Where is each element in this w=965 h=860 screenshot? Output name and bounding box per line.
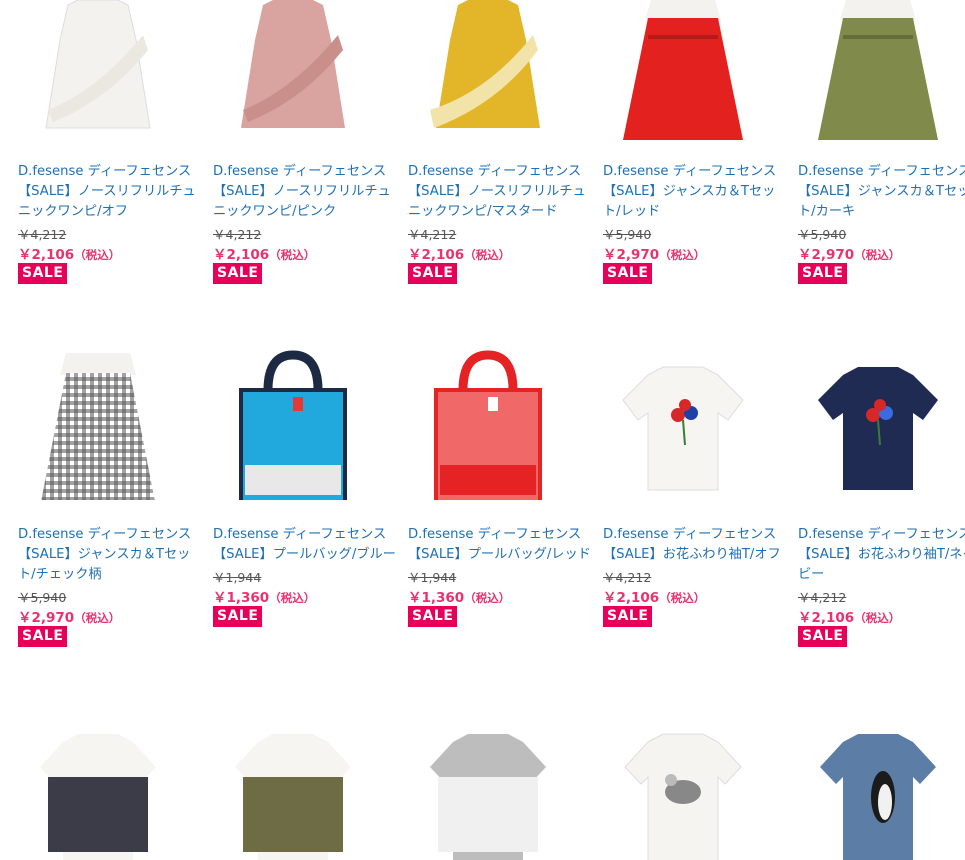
product-image-red-pool-bag[interactable] <box>408 345 568 500</box>
sale-price: ￥2,106（税込） <box>213 243 315 263</box>
sale-price: ￥1,360（税込） <box>408 586 510 606</box>
product-title[interactable]: D.fesense ディーフェセンス【SALE】プールバッグ/ブルー <box>213 525 398 565</box>
tax-label: （税込） <box>74 611 121 625</box>
product-image-pink-ruffle-tunic[interactable] <box>213 0 373 155</box>
original-price: ￥1,944 <box>408 570 457 585</box>
product-image-khaki-jumper-skirt[interactable] <box>798 0 958 155</box>
price-value: ￥2,970 <box>603 247 660 263</box>
price-value: ￥1,360 <box>408 590 465 606</box>
tax-label: （税込） <box>854 611 901 625</box>
product-image-khaki-bow-tee[interactable] <box>213 722 373 860</box>
product-image-dot-bow-tee[interactable] <box>408 722 568 860</box>
sale-badge: SALE <box>213 263 263 284</box>
sale-price: ￥2,970（税込） <box>798 243 900 263</box>
tax-label: （税込） <box>269 591 316 605</box>
sale-badge: SALE <box>408 606 458 627</box>
sale-price: ￥2,106（税込） <box>798 606 900 626</box>
product-image-red-jumper-skirt[interactable] <box>603 0 763 155</box>
sale-badge: SALE <box>18 626 68 647</box>
product-title[interactable]: D.fesense ディーフェセンス【SALE】お花ふわり袖T/ネイビー <box>798 525 965 585</box>
sale-price: ￥2,970（税込） <box>603 243 705 263</box>
product-image-mustard-ruffle-tunic[interactable] <box>408 0 568 155</box>
sale-badge: SALE <box>603 263 653 284</box>
sale-badge: SALE <box>603 606 653 627</box>
price-value: ￥1,360 <box>213 590 270 606</box>
price-value: ￥2,106 <box>408 247 465 263</box>
product-title[interactable]: D.fesense ディーフェセンス【SALE】ジャンスカ＆Tセット/カーキ <box>798 162 965 222</box>
product-image-blue-pool-bag[interactable] <box>213 345 373 500</box>
price-value: ￥2,970 <box>798 247 855 263</box>
product-title[interactable]: D.fesense ディーフェセンス【SALE】ジャンスカ＆Tセット/レッド <box>603 162 788 222</box>
product-image-gingham-jumper-skirt[interactable] <box>18 345 178 500</box>
product-title[interactable]: D.fesense ディーフェセンス【SALE】ノースリフリルチュニックワンピ/… <box>213 162 398 222</box>
price-value: ￥2,106 <box>603 590 660 606</box>
original-price: ￥4,212 <box>603 570 652 585</box>
original-price: ￥4,212 <box>798 590 847 605</box>
original-price: ￥5,940 <box>798 227 847 242</box>
original-price: ￥5,940 <box>603 227 652 242</box>
original-price: ￥5,940 <box>18 590 67 605</box>
sale-badge: SALE <box>798 263 848 284</box>
product-image-white-flower-tee[interactable] <box>603 345 763 500</box>
sale-badge: SALE <box>213 606 263 627</box>
original-price: ￥4,212 <box>408 227 457 242</box>
product-image-penguin-tee[interactable] <box>798 722 958 860</box>
tax-label: （税込） <box>269 248 316 262</box>
original-price: ￥4,212 <box>213 227 262 242</box>
product-title[interactable]: D.fesense ディーフェセンス【SALE】プールバッグ/レッド <box>408 525 593 565</box>
sale-price: ￥2,106（税込） <box>408 243 510 263</box>
product-image-navy-flower-tee[interactable] <box>798 345 958 500</box>
product-image-white-ruffle-tunic[interactable] <box>18 0 178 155</box>
sale-price: ￥2,970（税込） <box>18 606 120 626</box>
sale-badge: SALE <box>408 263 458 284</box>
tax-label: （税込） <box>74 248 121 262</box>
product-title[interactable]: D.fesense ディーフェセンス【SALE】ノースリフリルチュニックワンピ/… <box>408 162 593 222</box>
price-value: ￥2,106 <box>798 610 855 626</box>
product-image-gingham-bow-tee[interactable] <box>18 722 178 860</box>
product-title[interactable]: D.fesense ディーフェセンス【SALE】お花ふわり袖T/オフ <box>603 525 788 565</box>
tax-label: （税込） <box>464 591 511 605</box>
tax-label: （税込） <box>854 248 901 262</box>
sale-price: ￥2,106（税込） <box>603 586 705 606</box>
original-price: ￥1,944 <box>213 570 262 585</box>
price-value: ￥2,970 <box>18 610 75 626</box>
tax-label: （税込） <box>464 248 511 262</box>
price-value: ￥2,106 <box>213 247 270 263</box>
tax-label: （税込） <box>659 248 706 262</box>
sale-price: ￥2,106（税込） <box>18 243 120 263</box>
product-title[interactable]: D.fesense ディーフェセンス【SALE】ジャンスカ＆Tセット/チェック柄 <box>18 525 203 585</box>
price-value: ￥2,106 <box>18 247 75 263</box>
sale-badge: SALE <box>798 626 848 647</box>
sale-price: ￥1,360（税込） <box>213 586 315 606</box>
original-price: ￥4,212 <box>18 227 67 242</box>
sale-badge: SALE <box>18 263 68 284</box>
product-image-seagull-tee[interactable] <box>603 722 763 860</box>
tax-label: （税込） <box>659 591 706 605</box>
product-title[interactable]: D.fesense ディーフェセンス【SALE】ノースリフリルチュニックワンピ/… <box>18 162 203 222</box>
